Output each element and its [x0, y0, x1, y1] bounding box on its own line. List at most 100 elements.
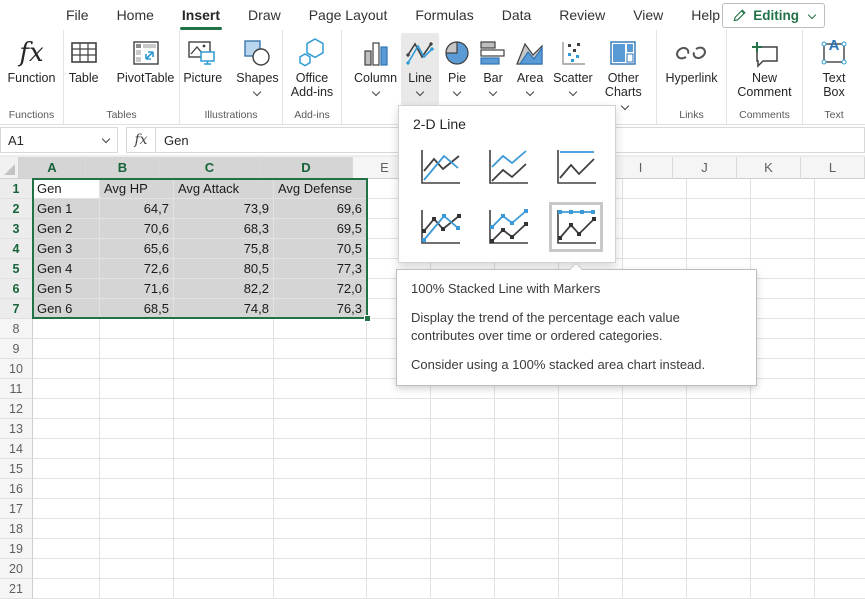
line-chart-button[interactable]: Line [401, 33, 439, 108]
cell-B8[interactable] [100, 319, 174, 339]
row-header-7[interactable]: 7 [0, 299, 33, 319]
hyperlink-button[interactable]: Hyperlink [661, 33, 721, 87]
cell-L6[interactable] [815, 279, 865, 299]
row-header-15[interactable]: 15 [0, 459, 33, 479]
scatter-chart-button[interactable]: Scatter [549, 33, 597, 97]
cell-G13[interactable] [495, 419, 559, 439]
cell-D18[interactable] [274, 519, 367, 539]
cell-K5[interactable] [751, 259, 815, 279]
cell-K7[interactable] [751, 299, 815, 319]
text-box-button[interactable]: A Text Box [815, 33, 853, 101]
cell-G15[interactable] [495, 459, 559, 479]
cell-H20[interactable] [559, 559, 623, 579]
menu-data[interactable]: Data [488, 1, 546, 30]
column-header-B[interactable]: B [86, 157, 160, 179]
menu-view[interactable]: View [619, 1, 677, 30]
pivottable-button[interactable]: PivotTable [113, 33, 179, 87]
cell-H17[interactable] [559, 499, 623, 519]
cell-I20[interactable] [623, 559, 687, 579]
cell-A10[interactable] [33, 359, 100, 379]
cell-E19[interactable] [367, 539, 431, 559]
cell-C21[interactable] [174, 579, 274, 599]
cell-D8[interactable] [274, 319, 367, 339]
cell-B13[interactable] [100, 419, 174, 439]
cell-B15[interactable] [100, 459, 174, 479]
cell-D3[interactable]: 69,5 [274, 219, 367, 239]
cell-I14[interactable] [623, 439, 687, 459]
cell-D7[interactable]: 76,3 [274, 299, 367, 319]
cell-C3[interactable]: 68,3 [174, 219, 274, 239]
cell-F16[interactable] [431, 479, 495, 499]
cell-A20[interactable] [33, 559, 100, 579]
area-chart-button[interactable]: Area [511, 33, 549, 97]
row-header-21[interactable]: 21 [0, 579, 33, 599]
cell-J3[interactable] [687, 219, 751, 239]
column-header-C[interactable]: C [160, 157, 260, 179]
cell-B12[interactable] [100, 399, 174, 419]
cell-F12[interactable] [431, 399, 495, 419]
column-chart-button[interactable]: Column [350, 33, 401, 97]
row-header-11[interactable]: 11 [0, 379, 33, 399]
line-with-markers-thumbnail[interactable] [413, 202, 467, 252]
cell-A9[interactable] [33, 339, 100, 359]
line-thumbnail[interactable] [413, 142, 467, 192]
row-header-14[interactable]: 14 [0, 439, 33, 459]
cell-B5[interactable]: 72,6 [100, 259, 174, 279]
cell-B6[interactable]: 71,6 [100, 279, 174, 299]
cell-J21[interactable] [687, 579, 751, 599]
cell-K13[interactable] [751, 419, 815, 439]
cell-D4[interactable]: 70,5 [274, 239, 367, 259]
cell-C20[interactable] [174, 559, 274, 579]
stacked-line-100-with-markers-thumbnail[interactable] [549, 202, 603, 252]
cell-K10[interactable] [751, 359, 815, 379]
cell-G18[interactable] [495, 519, 559, 539]
cell-A12[interactable] [33, 399, 100, 419]
cell-A17[interactable] [33, 499, 100, 519]
cell-L7[interactable] [815, 299, 865, 319]
cell-H21[interactable] [559, 579, 623, 599]
cell-C16[interactable] [174, 479, 274, 499]
cell-L3[interactable] [815, 219, 865, 239]
cell-J1[interactable] [687, 179, 751, 199]
cell-D17[interactable] [274, 499, 367, 519]
cell-I12[interactable] [623, 399, 687, 419]
column-header-K[interactable]: K [737, 157, 801, 179]
cell-C4[interactable]: 75,8 [174, 239, 274, 259]
bar-chart-button[interactable]: Bar [475, 33, 511, 97]
cell-B20[interactable] [100, 559, 174, 579]
cell-C1[interactable]: Avg Attack [174, 179, 274, 199]
menu-formulas[interactable]: Formulas [401, 1, 487, 30]
row-header-4[interactable]: 4 [0, 239, 33, 259]
row-header-6[interactable]: 6 [0, 279, 33, 299]
cell-C14[interactable] [174, 439, 274, 459]
function-button[interactable]: fx Function [4, 33, 60, 87]
cell-K17[interactable] [751, 499, 815, 519]
cell-E18[interactable] [367, 519, 431, 539]
cell-C13[interactable] [174, 419, 274, 439]
cell-E20[interactable] [367, 559, 431, 579]
cell-K18[interactable] [751, 519, 815, 539]
cell-B2[interactable]: 64,7 [100, 199, 174, 219]
cell-B14[interactable] [100, 439, 174, 459]
row-header-10[interactable]: 10 [0, 359, 33, 379]
cell-B4[interactable]: 65,6 [100, 239, 174, 259]
cell-D5[interactable]: 77,3 [274, 259, 367, 279]
cell-A19[interactable] [33, 539, 100, 559]
cell-A14[interactable] [33, 439, 100, 459]
cell-K1[interactable] [751, 179, 815, 199]
column-header-D[interactable]: D [260, 157, 353, 179]
menu-file[interactable]: File [52, 1, 103, 30]
cell-I17[interactable] [623, 499, 687, 519]
cell-G16[interactable] [495, 479, 559, 499]
cell-C7[interactable]: 74,8 [174, 299, 274, 319]
row-header-8[interactable]: 8 [0, 319, 33, 339]
cell-G12[interactable] [495, 399, 559, 419]
cell-K12[interactable] [751, 399, 815, 419]
cell-H15[interactable] [559, 459, 623, 479]
cell-H12[interactable] [559, 399, 623, 419]
cell-E17[interactable] [367, 499, 431, 519]
cell-L1[interactable] [815, 179, 865, 199]
office-addins-button[interactable]: Office Add-ins [287, 33, 337, 101]
row-header-13[interactable]: 13 [0, 419, 33, 439]
column-header-L[interactable]: L [801, 157, 865, 179]
